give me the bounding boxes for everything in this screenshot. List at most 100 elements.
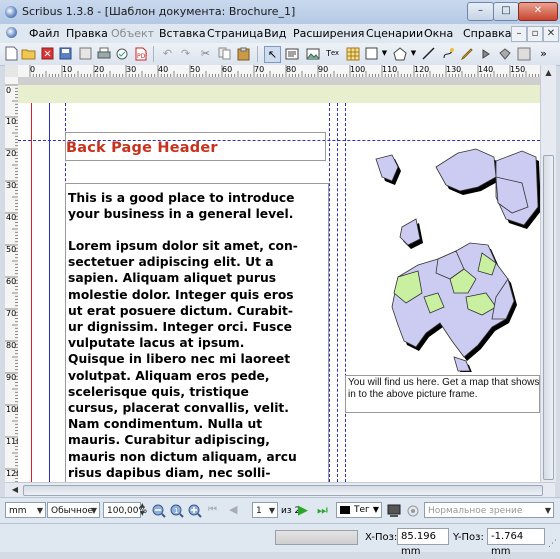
maximize-button[interactable]: □ (493, 2, 519, 21)
unit-select[interactable]: mm ▼ (5, 502, 46, 518)
new-document-icon[interactable] (4, 46, 19, 61)
save-icon[interactable] (58, 46, 73, 61)
select-tool-icon[interactable]: ↖ (264, 46, 281, 63)
ruler-label: 80 (6, 341, 17, 350)
layer-select[interactable]: Тег ▼ (336, 502, 382, 518)
horizontal-scrollbar[interactable]: ◀ (5, 482, 555, 498)
scribus-app-icon[interactable] (5, 6, 17, 18)
zoom-out-icon[interactable] (152, 504, 166, 521)
copy-icon[interactable] (217, 46, 232, 61)
lorem-line: volutpat. Aliquam eros pede, (68, 368, 270, 383)
revert-icon[interactable] (78, 46, 93, 61)
text-frame-icon[interactable] (284, 46, 299, 61)
last-page-icon[interactable]: ⏭ (317, 503, 328, 518)
menu-scripts[interactable]: Сценарии (366, 27, 423, 40)
lorem-line: cursus, placerat convallis, velit. (68, 401, 289, 416)
x-position-label: X-Поз: (365, 532, 398, 543)
ruler-label: 30 (6, 181, 17, 190)
resize-grip-icon[interactable]: ⋰ (548, 539, 557, 549)
menu-object[interactable]: Объект (111, 27, 154, 40)
caption-line: in to the above picture frame. (348, 389, 478, 400)
print-icon[interactable] (96, 46, 111, 61)
previous-page-icon[interactable]: ◀ (229, 503, 237, 516)
vertical-ruler[interactable]: 0 10 20 30 40 50 60 70 80 90 100 110 120 (5, 77, 19, 482)
table-icon[interactable] (345, 46, 360, 61)
scroll-left-arrow-icon[interactable]: ◀ (9, 484, 21, 496)
edit-contents-icon[interactable] (516, 46, 531, 61)
column-guide (329, 103, 330, 482)
menu-help[interactable]: Справка (463, 27, 511, 40)
intro-paragraph: This is a good place to introduce your b… (68, 191, 295, 222)
minimize-button[interactable]: – (467, 2, 494, 21)
document-canvas[interactable]: Back Page Header This is a good place to… (18, 77, 540, 482)
page-select[interactable]: 1 ▼ (252, 502, 278, 518)
next-page-icon[interactable]: ▶ (298, 503, 308, 518)
chevron-down-icon: ▼ (372, 505, 379, 514)
toolbar-separator (257, 46, 258, 62)
mdi-close-button[interactable]: ✕ (543, 26, 559, 42)
eye-view-icon[interactable] (406, 504, 420, 520)
map-caption: You will find us here. Get a map that sh… (348, 377, 539, 401)
preview-mode-icon[interactable] (387, 504, 401, 520)
map-image-frame[interactable] (346, 147, 540, 375)
polygon-dropdown-icon[interactable]: ▼ (406, 46, 421, 61)
bezier-icon[interactable] (440, 46, 455, 61)
close-button[interactable]: ✕ (518, 2, 558, 21)
scroll-up-arrow-icon[interactable]: ▲ (543, 67, 554, 78)
menu-edit[interactable]: Правка (66, 27, 108, 40)
ruler-label: 90 (318, 65, 329, 74)
close-document-icon[interactable] (40, 46, 55, 61)
shape-dropdown-icon[interactable]: ▼ (377, 46, 392, 61)
layer-value: Тег (354, 505, 370, 515)
vertical-scrollbar[interactable]: ▲ (540, 65, 556, 482)
undo-icon[interactable]: ↶ (160, 46, 175, 61)
vertical-scroll-thumb[interactable] (543, 155, 554, 480)
ruler-label: 90 (6, 373, 17, 382)
zoom-in-icon[interactable] (188, 504, 202, 521)
ruler-label: 0 (30, 65, 36, 74)
freehand-pencil-icon[interactable] (459, 46, 474, 61)
lorem-line: Nam condimentum. Nulla ut (68, 417, 263, 432)
chevron-down-icon: ▼ (36, 506, 43, 515)
polygon-icon[interactable] (392, 46, 407, 61)
preflight-icon[interactable] (114, 46, 129, 61)
lorem-line: sapien. Aliquam aliquet purus (68, 271, 277, 286)
mdi-minimize-button[interactable]: – (511, 26, 527, 42)
zoom-stepper[interactable]: ▲ ▼ (140, 502, 149, 518)
europe-map-image (375, 148, 540, 375)
menu-file[interactable]: Файл (29, 27, 59, 40)
column-guide (337, 103, 338, 482)
open-folder-icon[interactable] (21, 46, 36, 61)
document-icon[interactable] (6, 27, 17, 38)
zoom-100-icon[interactable]: 1 (170, 504, 184, 521)
redo-icon[interactable]: ↷ (178, 46, 193, 61)
first-page-icon[interactable]: ⏮ (208, 504, 217, 515)
zoom-input[interactable]: 100,00% (103, 502, 147, 518)
view-mode-select[interactable]: Нормальное зрение ▼ (424, 502, 554, 518)
menu-page[interactable]: Страница (207, 27, 263, 40)
unit-value: mm (9, 506, 27, 516)
menu-view[interactable]: Вид (264, 27, 286, 40)
zoom-tool-icon[interactable] (497, 46, 512, 61)
horizontal-scroll-thumb[interactable] (23, 485, 543, 496)
line-icon[interactable] (421, 46, 436, 61)
mdi-restore-button[interactable]: ▫ (527, 26, 543, 42)
menu-insert[interactable]: Вставка (159, 27, 206, 40)
lorem-line: sectetuer adipiscing elit. Ut a (68, 255, 274, 270)
menu-bar: Файл Правка Объект Вставка Страница Вид … (0, 24, 560, 44)
image-frame-icon[interactable] (305, 46, 320, 61)
cut-icon[interactable]: ✂ (198, 46, 213, 61)
rotate-icon[interactable] (478, 46, 493, 61)
image-quality-select[interactable]: Обычное ▼ (47, 502, 100, 518)
y-position-value: -1.764 mm (487, 528, 545, 557)
lorem-line: ur dignissim. Integer orci. Fusce (68, 320, 293, 335)
ruler-label: 0 (6, 86, 12, 95)
menu-windows[interactable]: Окна (424, 27, 453, 40)
page-bleed-band (18, 85, 540, 103)
paste-icon[interactable] (236, 46, 251, 61)
export-pdf-icon[interactable]: PDF (133, 46, 148, 61)
render-frame-icon[interactable]: Tex (325, 46, 340, 61)
menu-extensions[interactable]: Расширения (293, 27, 364, 40)
toolbar-overflow-icon[interactable]: » (536, 46, 551, 61)
ruler-label: 50 (6, 245, 17, 254)
